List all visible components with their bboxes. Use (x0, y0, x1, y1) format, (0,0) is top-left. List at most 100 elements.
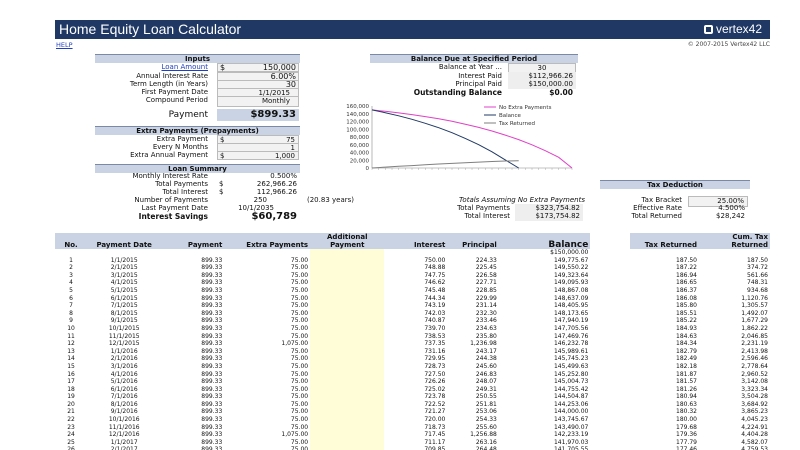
cell-gap (590, 439, 630, 447)
cell-extra: 75.00 (290, 271, 309, 279)
cell-additional[interactable] (310, 347, 385, 356)
cell-additional[interactable] (310, 431, 385, 439)
legend-label: Balance (499, 113, 522, 119)
cell-no: 16 (67, 370, 75, 378)
cell-no: 15 (67, 362, 75, 370)
vertex42-logo: vertex42 (703, 22, 762, 36)
cell-additional[interactable] (310, 393, 385, 401)
cell-additional[interactable] (310, 286, 385, 295)
cell-additional[interactable] (310, 279, 385, 287)
col-payment: Payment (161, 233, 225, 249)
cell-additional[interactable] (310, 271, 385, 280)
cell-additional[interactable] (310, 416, 385, 424)
cell-additional[interactable] (310, 423, 385, 432)
cell-principal: 228.85 (475, 286, 497, 294)
cell-additional[interactable] (310, 317, 385, 325)
cell-extra: 75.00 (290, 256, 309, 264)
cell-interest: 747.75 (424, 271, 446, 279)
cell-date: 5/1/2016 (110, 378, 138, 386)
cell-gap (590, 295, 630, 303)
cell-date: 9/1/2015 (110, 317, 138, 325)
cell-interest: 729.95 (424, 355, 446, 363)
cell-additional[interactable] (310, 309, 385, 318)
cell-payment: 899.33 (201, 431, 223, 439)
cell-cum-tax: 3,684.92 (741, 400, 768, 408)
outstanding-value: $0.00 (549, 88, 573, 97)
table-row: 25 1/1/2017 899.33 75.00 711.17 263.16 141,970… (55, 438, 770, 447)
series-line-0 (371, 109, 573, 169)
cell-gap (590, 386, 630, 394)
title-bar: Home Equity Loan Calculator vertex42 (55, 20, 770, 39)
cell-balance: 149,323.64 (553, 271, 589, 279)
cell-gap (590, 378, 630, 386)
col-tax-returned: Tax Returned (630, 233, 699, 249)
cell-additional[interactable] (310, 256, 385, 265)
table-row: 14 2/1/2016 899.33 75.00 729.95 244.38 145,745… (55, 355, 770, 363)
no-extra-interest-label: Total Interest (464, 212, 510, 220)
cell-additional[interactable] (310, 355, 385, 363)
cell-additional[interactable] (310, 378, 385, 386)
cell-no: 4 (69, 279, 73, 287)
cell-gap (590, 348, 630, 356)
total-returned-label: Total Returned (631, 212, 682, 220)
cell-principal: 251.81 (475, 400, 497, 408)
cell-additional[interactable] (310, 294, 385, 303)
y-tick-label: 100,000 (346, 127, 369, 133)
currency-symbol: $ (220, 152, 225, 160)
cell-cum-tax: 1,862.22 (741, 324, 768, 332)
cell-tax-returned: 186.37 (676, 286, 697, 294)
cell-cum-tax: 2,960.52 (741, 370, 768, 378)
cell-cum-tax: 748.31 (747, 279, 768, 287)
cell-principal: 227.71 (475, 279, 497, 287)
cell-interest: 717.45 (424, 431, 446, 439)
col-payment-date: Payment Date (87, 233, 162, 249)
col-extra: Extra Payments (224, 233, 311, 249)
cell-gap (590, 416, 630, 424)
cell-additional[interactable] (310, 302, 385, 310)
cell-balance: 143,745.67 (553, 416, 589, 424)
cell-extra: 75.00 (290, 362, 309, 370)
cell-additional[interactable] (310, 324, 385, 333)
cell-principal: 1,236.98 (470, 340, 497, 348)
compound-select[interactable]: Monthly (217, 96, 299, 107)
payment-value: $899.33 (217, 109, 299, 121)
cell-extra: 1,075.00 (281, 431, 309, 439)
cell-date: 8/1/2016 (110, 400, 138, 408)
cell-additional[interactable] (310, 370, 385, 379)
cell-additional[interactable] (310, 264, 385, 272)
cell-additional[interactable] (310, 438, 385, 447)
cell-additional[interactable] (310, 362, 385, 371)
col-gap (590, 233, 631, 249)
cell-cum-tax: 1,305.57 (741, 302, 768, 310)
help-link[interactable]: HELP (56, 41, 73, 49)
cell-additional[interactable] (310, 332, 385, 341)
cell-additional[interactable] (310, 446, 385, 450)
cell-balance: 142,233.19 (553, 431, 589, 439)
cell-tax-returned: 182.79 (676, 347, 697, 355)
cell-cum-tax: 3,504.28 (741, 393, 768, 401)
cell-tax-returned: 184.63 (676, 332, 697, 340)
cell-balance: 148,637.09 (553, 294, 589, 302)
cell-date: 4/1/2016 (110, 370, 138, 378)
cell-date: 11/1/2015 (108, 332, 140, 340)
cell-balance: 148,405.95 (553, 302, 589, 310)
cell-additional[interactable] (310, 400, 385, 409)
cell-payment: 899.33 (201, 324, 223, 332)
cell-principal: 253.06 (475, 408, 497, 416)
cell-extra: 75.00 (290, 370, 309, 378)
cell-no: 10 (67, 324, 75, 332)
table-row: 2 2/1/2015 899.33 75.00 748.88 225.45 149,550.… (55, 264, 770, 272)
cell-additional[interactable] (310, 385, 385, 394)
extra-annual-input[interactable]: $1,000 (217, 151, 299, 160)
loan-amount-input[interactable]: $150,000 (217, 63, 299, 72)
cell-balance: 147,705.56 (553, 324, 589, 332)
loan-amount-value: 150,000 (262, 63, 296, 72)
cell-interest: 721.27 (424, 408, 446, 416)
cell-additional[interactable] (310, 408, 385, 417)
cell-date: 1/1/2016 (110, 347, 138, 355)
cell-tax-returned: 181.26 (676, 385, 697, 393)
cell-interest: 711.17 (424, 438, 446, 446)
cell-interest: 722.52 (424, 400, 446, 408)
loan-amount-label[interactable]: Loan Amount (95, 63, 208, 72)
cell-additional[interactable] (310, 340, 385, 348)
